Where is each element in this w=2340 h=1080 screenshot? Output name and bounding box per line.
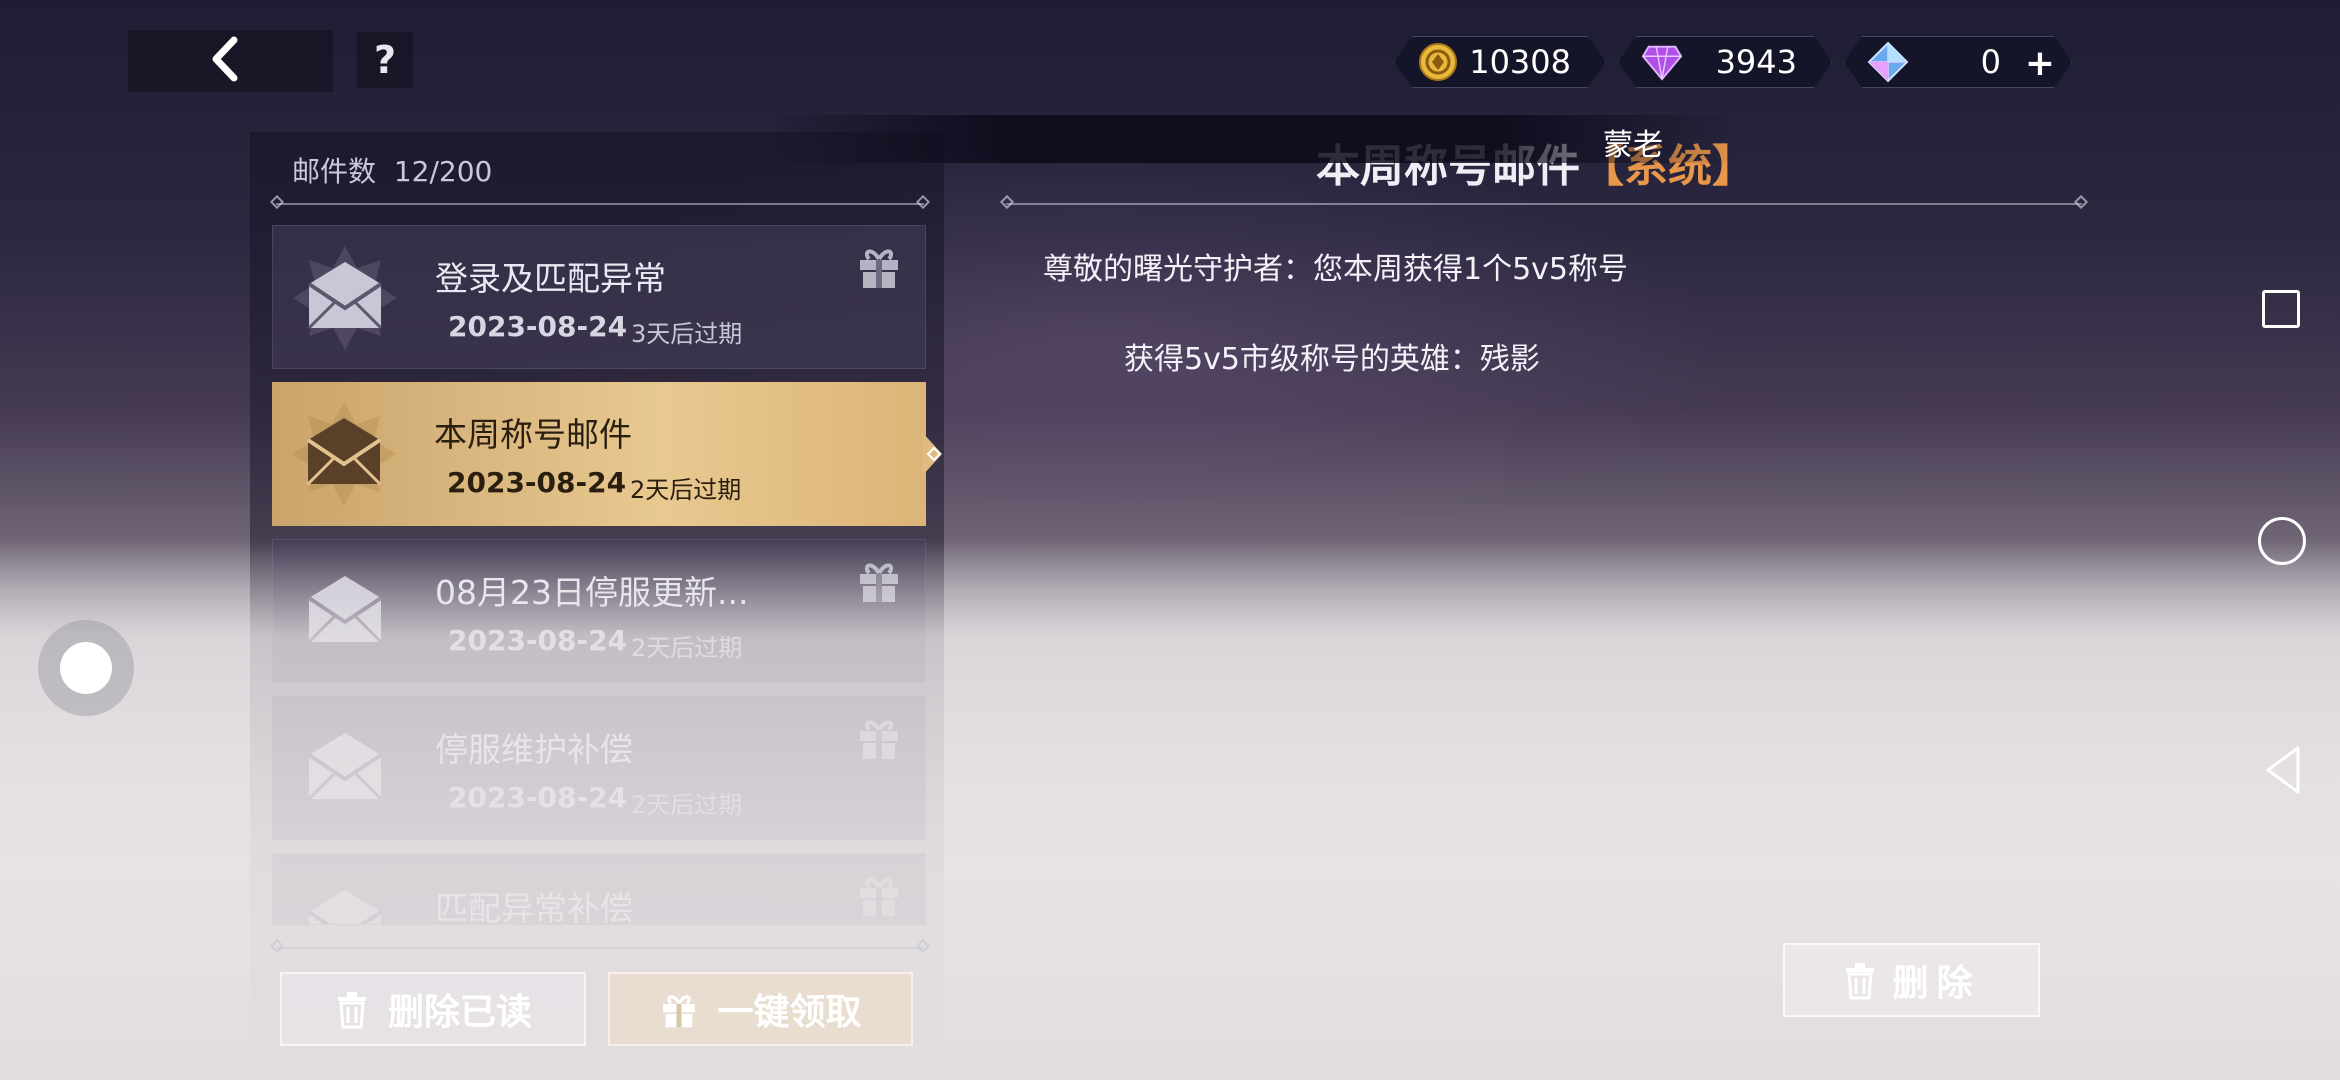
envelope-icon	[307, 576, 383, 644]
sender-toast	[760, 115, 1740, 163]
gold-coin-icon	[1417, 41, 1459, 83]
envelope-icon	[293, 246, 397, 350]
delete-mail-button[interactable]: 删除	[1783, 943, 2040, 1017]
detail-divider	[999, 194, 2089, 210]
mail-count-value: 12/200	[393, 155, 493, 188]
delete-read-label: 删除已读	[387, 992, 532, 1033]
mail-date: 2023-08-24	[447, 466, 627, 499]
floating-assistive-ball[interactable]	[38, 620, 134, 716]
mail-title: 匹配异常补偿	[435, 889, 633, 925]
claim-all-label: 一键领取	[717, 992, 862, 1033]
mail-expire: 2天后过期	[631, 791, 743, 819]
chevron-left-icon	[208, 36, 242, 86]
mail-title: 停服维护补偿	[435, 730, 633, 769]
currency-gold: 10308	[1394, 36, 1606, 88]
mail-item[interactable]: 登录及匹配异常 2023-08-24 3天后过期	[272, 225, 926, 369]
mail-date: 2023-08-24	[448, 781, 628, 814]
mail-count: 邮件数 12/200	[292, 150, 492, 190]
gold-value: 10308	[1469, 43, 1571, 81]
gift-icon	[860, 563, 898, 602]
delete-read-button[interactable]: 删除已读	[280, 972, 586, 1046]
add-currency-button[interactable]: +	[2025, 43, 2055, 84]
claim-all-button[interactable]: 一键领取	[608, 972, 913, 1046]
help-button[interactable]: ?	[357, 32, 413, 88]
gift-icon	[860, 720, 898, 759]
mail-expire: 2天后过期	[630, 476, 742, 504]
envelope-icon	[307, 733, 383, 801]
mail-title: 本周称号邮件	[434, 415, 632, 454]
mail-item[interactable]: 08月23日停服更新... 2023-08-24 2天后过期	[272, 539, 926, 683]
gift-icon	[663, 995, 696, 1028]
recent-apps-button[interactable]	[2262, 290, 2300, 328]
mail-expire: 3天后过期	[631, 320, 743, 348]
mail-title: 08月23日停服更新...	[435, 573, 749, 612]
trash-icon	[1846, 963, 1875, 1000]
mail-date: 2023-08-24	[448, 310, 628, 343]
mail-item-selected[interactable]: 本周称号邮件 2023-08-24 2天后过期	[272, 382, 926, 526]
gift-icon	[860, 877, 898, 916]
nav-back-button[interactable]	[2262, 744, 2304, 796]
list-divider-top	[269, 194, 931, 210]
back-button[interactable]	[128, 30, 333, 92]
mail-title: 登录及匹配异常	[435, 259, 666, 298]
mail-date: 2023-08-24	[448, 624, 628, 657]
mail-body-line: 尊敬的曙光守护者：您本周获得1个5v5称号	[1043, 252, 1629, 287]
mail-body-line: 获得5v5市级称号的英雄：残影	[1124, 342, 1540, 377]
sender-name: 蒙老	[1603, 128, 1663, 163]
mail-item[interactable]: 匹配异常补偿	[272, 853, 926, 925]
delete-mail-label: 删除	[1892, 963, 1981, 1004]
selection-pointer-icon	[922, 432, 942, 476]
list-divider-bottom	[269, 938, 931, 954]
envelope-icon	[292, 402, 396, 506]
mail-item[interactable]: 停服维护补偿 2023-08-24 2天后过期	[272, 696, 926, 840]
currency-gem[interactable]: 0 +	[1844, 36, 2072, 88]
mail-expire: 2天后过期	[631, 634, 743, 662]
crystal-value: 3943	[1715, 43, 1797, 81]
gift-icon	[860, 249, 898, 288]
purple-crystal-icon	[1641, 41, 1683, 83]
currency-crystal: 3943	[1618, 36, 1832, 88]
envelope-icon	[307, 890, 383, 924]
home-button[interactable]	[2258, 517, 2306, 565]
blue-gem-icon	[1867, 41, 1909, 83]
mail-count-label: 邮件数	[292, 155, 377, 188]
trash-icon	[337, 992, 366, 1029]
